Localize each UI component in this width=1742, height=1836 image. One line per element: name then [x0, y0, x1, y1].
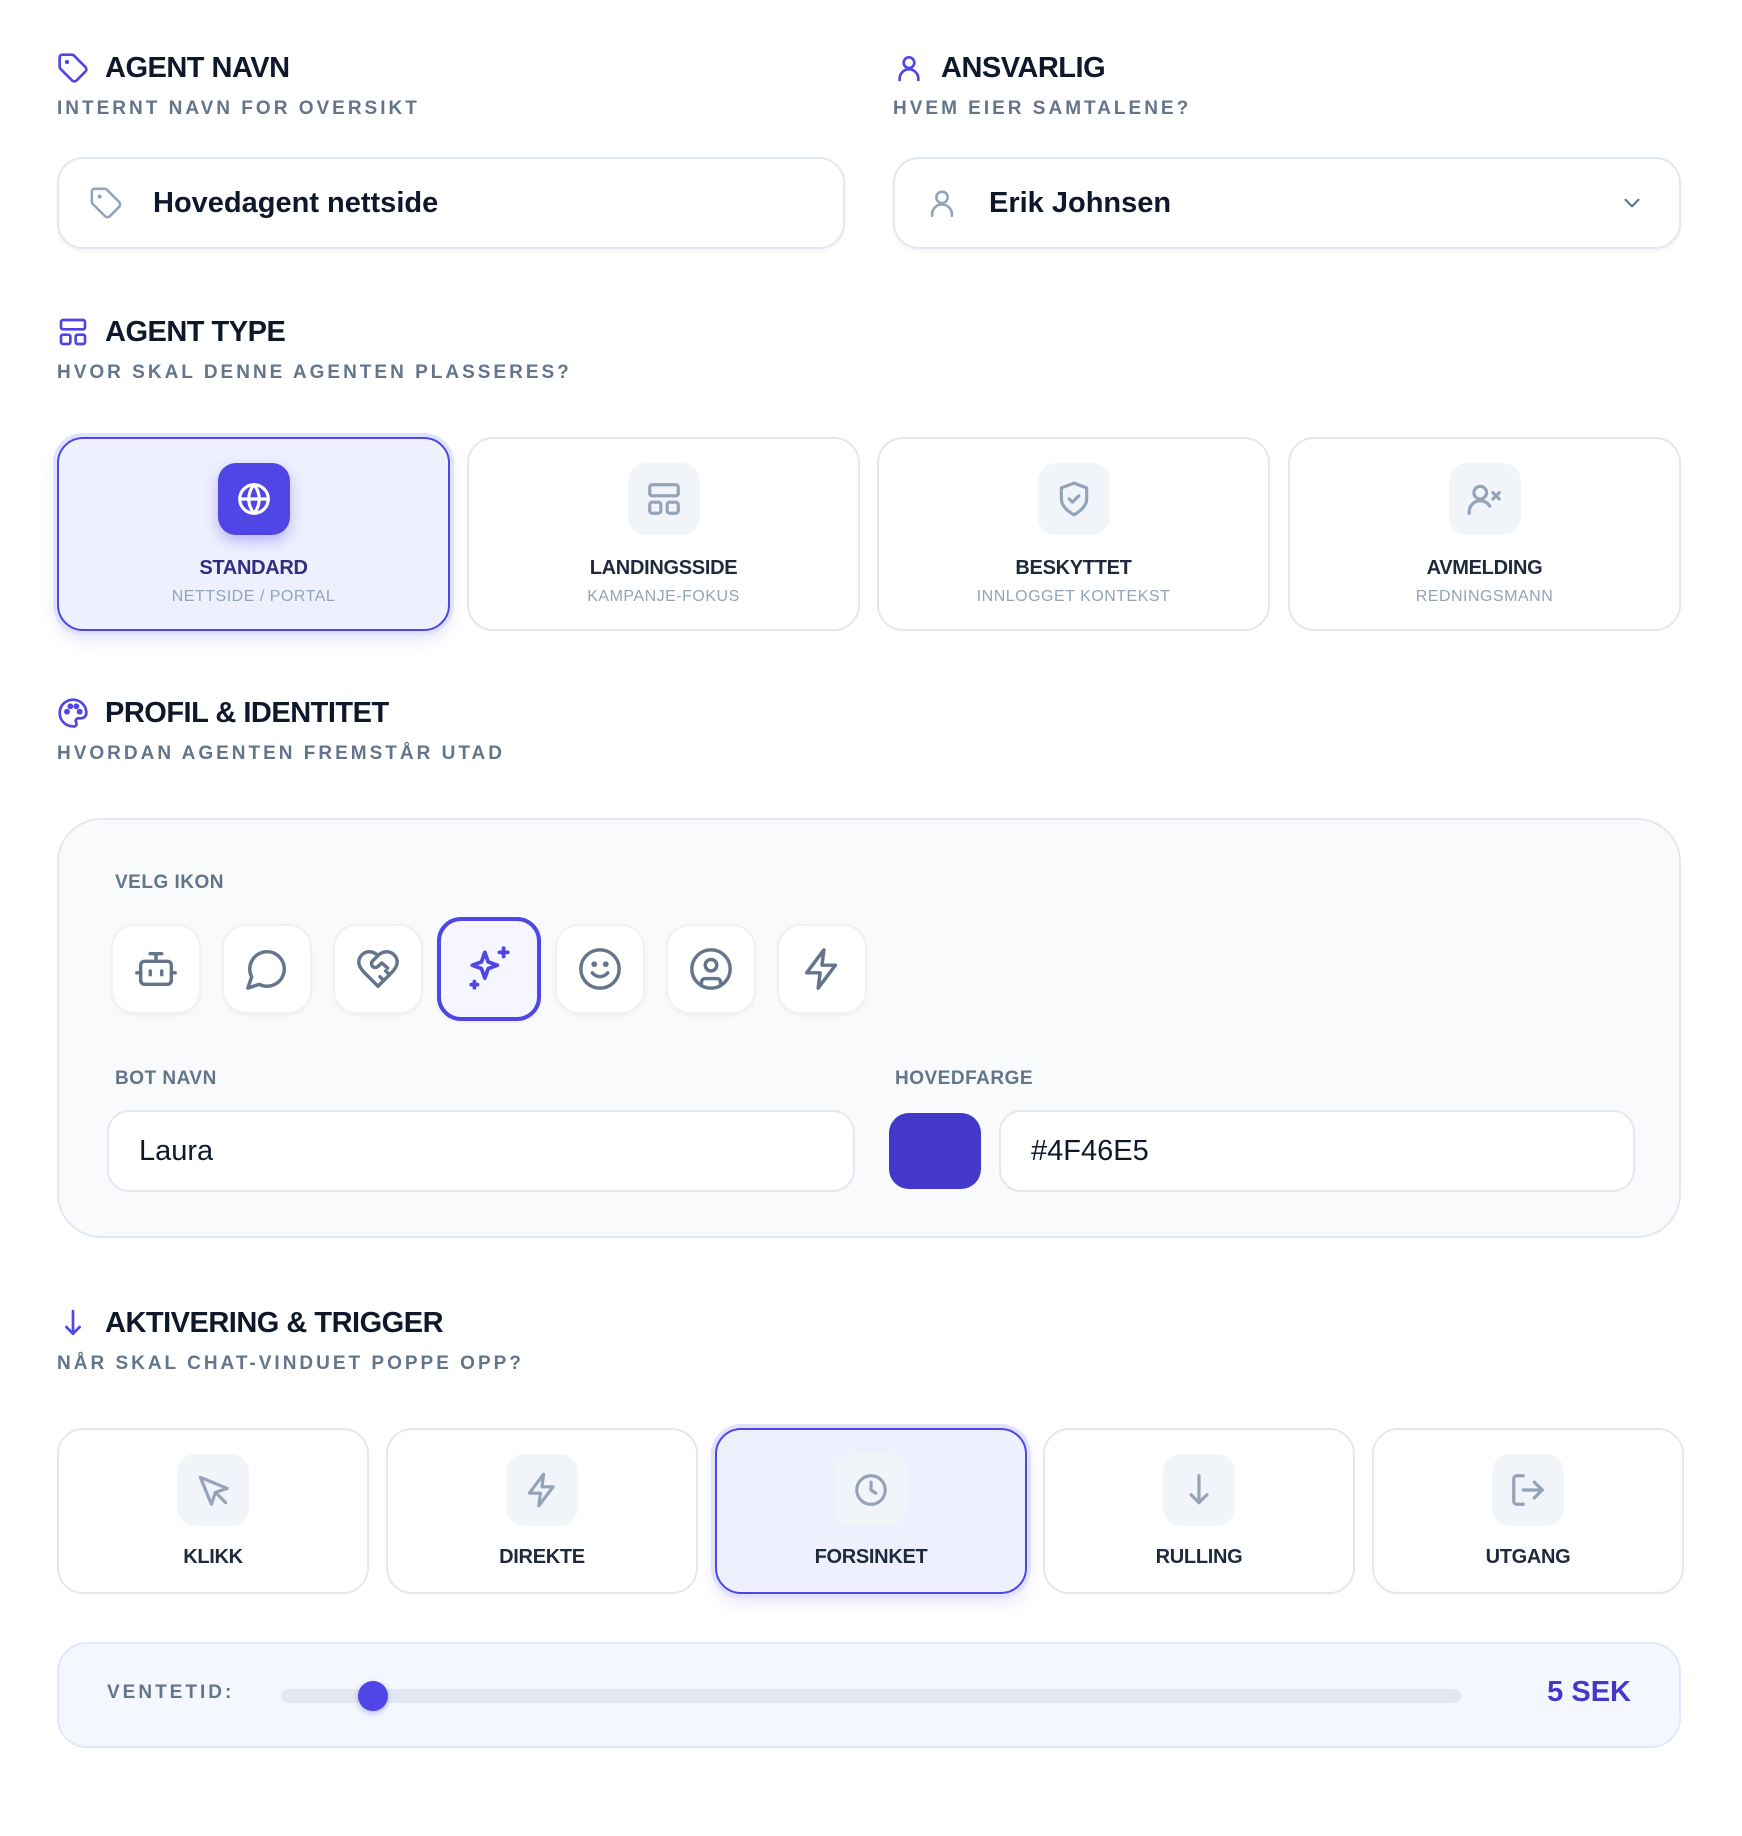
- agent-type-beskyttet[interactable]: BESKYTTET INNLOGGET KONTEKST: [877, 437, 1270, 631]
- delay-panel: VENTETID: 5 SEK: [57, 1642, 1681, 1748]
- profile-panel: VELG IKON BOT NAVN Laura HOVEDFARGE #4F4…: [57, 818, 1681, 1238]
- arrow-down-icon: [57, 1307, 89, 1339]
- trigger-rulling[interactable]: RULLING: [1043, 1428, 1355, 1594]
- color-swatch[interactable]: [889, 1113, 981, 1189]
- activation-section: AKTIVERING & TRIGGER NÅR SKAL CHAT-VINDU…: [57, 1305, 524, 1375]
- trigger-utgang[interactable]: UTGANG: [1372, 1428, 1684, 1594]
- agent-type-sub: INNLOGGET KONTEKST: [976, 588, 1171, 605]
- heart-handshake-icon[interactable]: [333, 924, 423, 1014]
- palette-icon: [57, 697, 89, 729]
- bot-name-label: BOT NAVN: [115, 1068, 217, 1089]
- agent-name-title: AGENT NAVN: [105, 51, 290, 84]
- agent-name-subtitle: INTERNT NAVN FOR OVERSIKT: [57, 98, 420, 119]
- clock-icon: [835, 1454, 907, 1526]
- agent-type-sub: NETTSIDE / PORTAL: [171, 588, 336, 605]
- delay-label: VENTETID:: [107, 1682, 235, 1703]
- owner-title: ANSVARLIG: [941, 51, 1106, 84]
- agent-name-field[interactable]: Hovedagent nettside: [57, 157, 845, 249]
- layout-icon: [627, 463, 700, 535]
- pointer-icon: [177, 1454, 249, 1526]
- delay-slider-track[interactable]: [281, 1681, 1461, 1711]
- bot-name-input[interactable]: Laura: [107, 1110, 855, 1192]
- trigger-direkte[interactable]: DIREKTE: [386, 1428, 698, 1594]
- activation-subtitle: NÅR SKAL CHAT-VINDUET POPPE OPP?: [57, 1353, 524, 1374]
- owner-subtitle: HVEM EIER SAMTALENE?: [893, 98, 1192, 119]
- globe-icon: [217, 463, 290, 535]
- chevron-down-icon[interactable]: [1619, 190, 1645, 216]
- profile-section: PROFIL & IDENTITET HVORDAN AGENTEN FREMS…: [57, 695, 505, 765]
- user-icon: [893, 52, 925, 84]
- trigger-label: UTGANG: [1485, 1546, 1571, 1568]
- delay-value: 5 SEK: [1547, 1676, 1631, 1708]
- agent-type-sub: KAMPANJE-FOKUS: [587, 588, 740, 605]
- agent-type-label: LANDINGSSIDE: [589, 557, 738, 579]
- trigger-label: RULLING: [1155, 1546, 1243, 1568]
- trigger-label: KLIKK: [183, 1546, 243, 1568]
- owner-value: Erik Johnsen: [989, 186, 1172, 219]
- agent-type-label: BESKYTTET: [1015, 557, 1132, 579]
- agent-type-label: STANDARD: [199, 557, 308, 579]
- zap-icon: [506, 1454, 578, 1526]
- chat-bubble-icon[interactable]: [222, 924, 312, 1014]
- owner-select[interactable]: Erik Johnsen: [893, 157, 1681, 249]
- profile-subtitle: HVORDAN AGENTEN FREMSTÅR UTAD: [57, 743, 505, 764]
- agent-type-sub: REDNINGSMANN: [1415, 588, 1554, 605]
- delay-slider-thumb[interactable]: [358, 1681, 389, 1711]
- agent-type-landingsside[interactable]: LANDINGSSIDE KAMPANJE-FOKUS: [467, 437, 860, 631]
- tag-icon: [57, 52, 89, 84]
- agent-name-value: Hovedagent nettside: [153, 186, 439, 219]
- bot-icon[interactable]: [111, 924, 201, 1014]
- agent-type-subtitle: HVOR SKAL DENNE AGENTEN PLASSERES?: [57, 362, 572, 383]
- exit-icon: [1492, 1454, 1564, 1526]
- zap-icon[interactable]: [777, 924, 867, 1014]
- arrow-down-icon: [1163, 1454, 1235, 1526]
- main-color-label: HOVEDFARGE: [895, 1068, 1034, 1089]
- agent-type-label: AVMELDING: [1426, 557, 1543, 579]
- smile-icon[interactable]: [555, 924, 645, 1014]
- profile-title: PROFIL & IDENTITET: [105, 696, 389, 729]
- trigger-label: DIREKTE: [499, 1546, 585, 1568]
- agent-type-avmelding[interactable]: AVMELDING REDNINGSMANN: [1288, 437, 1681, 631]
- agent-type-section: AGENT TYPE HVOR SKAL DENNE AGENTEN PLASS…: [57, 314, 572, 384]
- user-x-icon: [1448, 463, 1521, 535]
- agent-name-section: AGENT NAVN INTERNT NAVN FOR OVERSIKT: [57, 50, 420, 120]
- owner-section: ANSVARLIG HVEM EIER SAMTALENE?: [893, 50, 1191, 120]
- icon-picker-label: VELG IKON: [115, 872, 225, 893]
- shield-check-icon: [1037, 463, 1110, 535]
- user-circle-icon[interactable]: [666, 924, 756, 1014]
- trigger-klikk[interactable]: KLIKK: [57, 1428, 369, 1594]
- sparkles-icon[interactable]: [437, 917, 541, 1021]
- agent-type-title: AGENT TYPE: [105, 315, 286, 348]
- activation-title: AKTIVERING & TRIGGER: [105, 1306, 444, 1339]
- user-icon: [925, 186, 959, 220]
- agent-type-standard[interactable]: STANDARD NETTSIDE / PORTAL: [57, 437, 450, 631]
- color-hex-input[interactable]: #4F46E5: [999, 1110, 1635, 1192]
- tag-icon: [89, 186, 123, 220]
- layout-icon: [57, 316, 89, 348]
- trigger-forsinket[interactable]: FORSINKET: [715, 1428, 1027, 1594]
- trigger-label: FORSINKET: [814, 1546, 928, 1568]
